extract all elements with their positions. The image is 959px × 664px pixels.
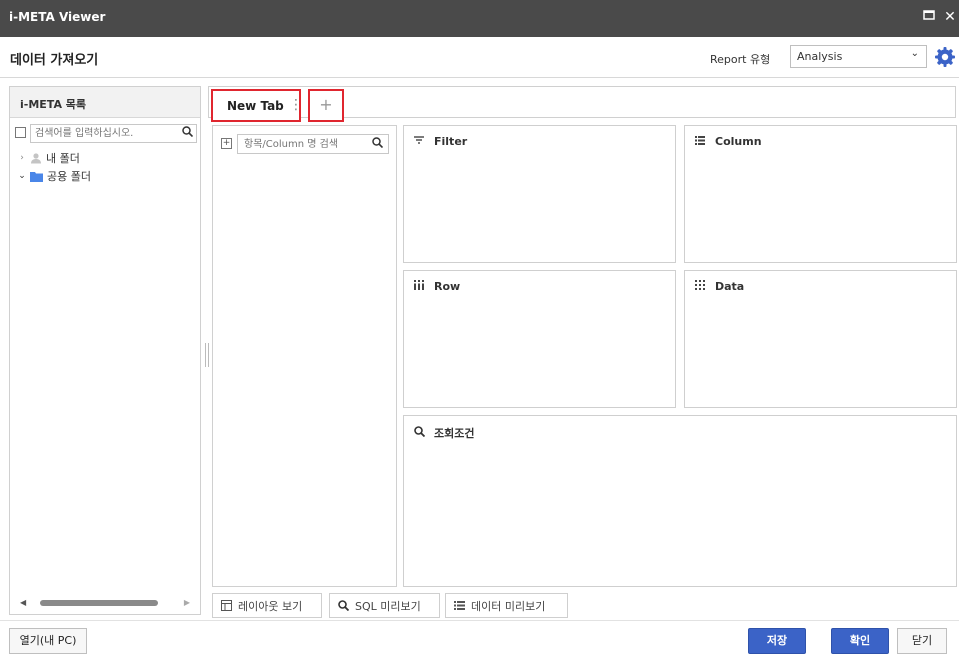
row-zone[interactable]: Row [403, 270, 676, 408]
data-preview-label: 데이터 미리보기 [471, 599, 546, 613]
column-zone[interactable]: Column [684, 125, 957, 263]
window-titlebar: i-META Viewer ✕ [0, 0, 959, 37]
close-button[interactable]: 닫기 [897, 628, 947, 654]
meta-search-input[interactable] [30, 124, 197, 143]
scroll-thumb[interactable] [40, 600, 158, 606]
meta-search [15, 124, 197, 143]
column-zone-title: Column [715, 135, 762, 148]
tree-item-label: 내 폴더 [46, 152, 80, 165]
column-search: + [221, 134, 389, 154]
tab-new-tab[interactable]: New Tab ⋮ [211, 89, 303, 122]
expand-all-icon[interactable]: + [221, 138, 232, 149]
save-button[interactable]: 저장 [748, 628, 806, 654]
data-zone[interactable]: Data [684, 270, 957, 408]
window-title: i-META Viewer [9, 10, 106, 24]
tree-item-label: 공용 폴더 [47, 170, 91, 183]
report-type-value: Analysis [797, 50, 843, 63]
condition-zone-title: 조회조건 [434, 427, 475, 440]
search-option-icon[interactable] [15, 127, 26, 138]
close-icon[interactable]: ✕ [942, 9, 958, 25]
column-list-panel: + [212, 125, 397, 587]
list-icon [454, 601, 465, 610]
tab-label: New Tab [227, 99, 284, 113]
user-icon [31, 153, 41, 164]
meta-list-title: i-META 목록 [10, 87, 200, 118]
filter-zone[interactable]: Filter [403, 125, 676, 263]
more-vertical-icon[interactable]: ⋮ [289, 97, 303, 113]
search-icon [414, 426, 426, 440]
row-zone-title: Row [434, 280, 461, 293]
layout-icon [221, 600, 232, 611]
layout-view-button[interactable]: 레이아웃 보기 [212, 593, 322, 618]
tab-strip: New Tab ⋮ + [208, 86, 956, 122]
gear-icon[interactable] [935, 47, 955, 67]
confirm-button[interactable]: 확인 [831, 628, 889, 654]
chevron-down-icon[interactable]: ⌄ [18, 171, 26, 181]
panel-splitter[interactable] [205, 343, 209, 367]
column-search-input[interactable] [237, 134, 389, 154]
layout-view-label: 레이아웃 보기 [238, 599, 303, 613]
sql-preview-button[interactable]: SQL 미리보기 [329, 593, 440, 618]
row-icon [414, 280, 424, 293]
filter-zone-title: Filter [434, 135, 468, 148]
sql-preview-label: SQL 미리보기 [355, 599, 421, 613]
horizontal-scrollbar[interactable]: ◀ ▶ [18, 598, 194, 608]
folder-icon [30, 171, 43, 182]
search-icon[interactable] [372, 137, 384, 151]
data-preview-button[interactable]: 데이터 미리보기 [445, 593, 568, 618]
scroll-left-icon[interactable]: ◀ [20, 598, 26, 607]
data-grid-icon [695, 280, 705, 293]
dialog-header: 데이터 가져오기 Report 유형 Analysis ⌄ [0, 37, 959, 78]
condition-zone[interactable]: 조회조건 [403, 415, 957, 587]
report-type-select[interactable]: Analysis ⌄ [790, 45, 927, 68]
tree-item-my-folder[interactable]: › 내 폴더 [18, 150, 80, 166]
add-tab-button[interactable]: + [308, 89, 344, 122]
dialog-footer: 열기(내 PC) 저장 확인 닫기 [0, 620, 959, 664]
report-type-label: Report 유형 [710, 53, 771, 66]
column-list-icon [695, 135, 705, 148]
chevron-down-icon: ⌄ [910, 48, 919, 59]
page-title: 데이터 가져오기 [10, 53, 99, 68]
search-icon[interactable] [182, 126, 194, 140]
search-icon [338, 600, 349, 611]
chevron-right-icon[interactable]: › [18, 153, 26, 163]
open-local-button[interactable]: 열기(내 PC) [9, 628, 87, 654]
tree-item-shared-folder[interactable]: ⌄ 공용 폴더 [18, 168, 91, 184]
filter-icon [414, 135, 424, 148]
maximize-icon[interactable] [921, 9, 937, 25]
data-zone-title: Data [715, 280, 745, 293]
meta-list-panel: i-META 목록 › 내 폴더 ⌄ 공용 폴더 ◀ ▶ [9, 86, 201, 615]
scroll-right-icon[interactable]: ▶ [184, 598, 190, 607]
